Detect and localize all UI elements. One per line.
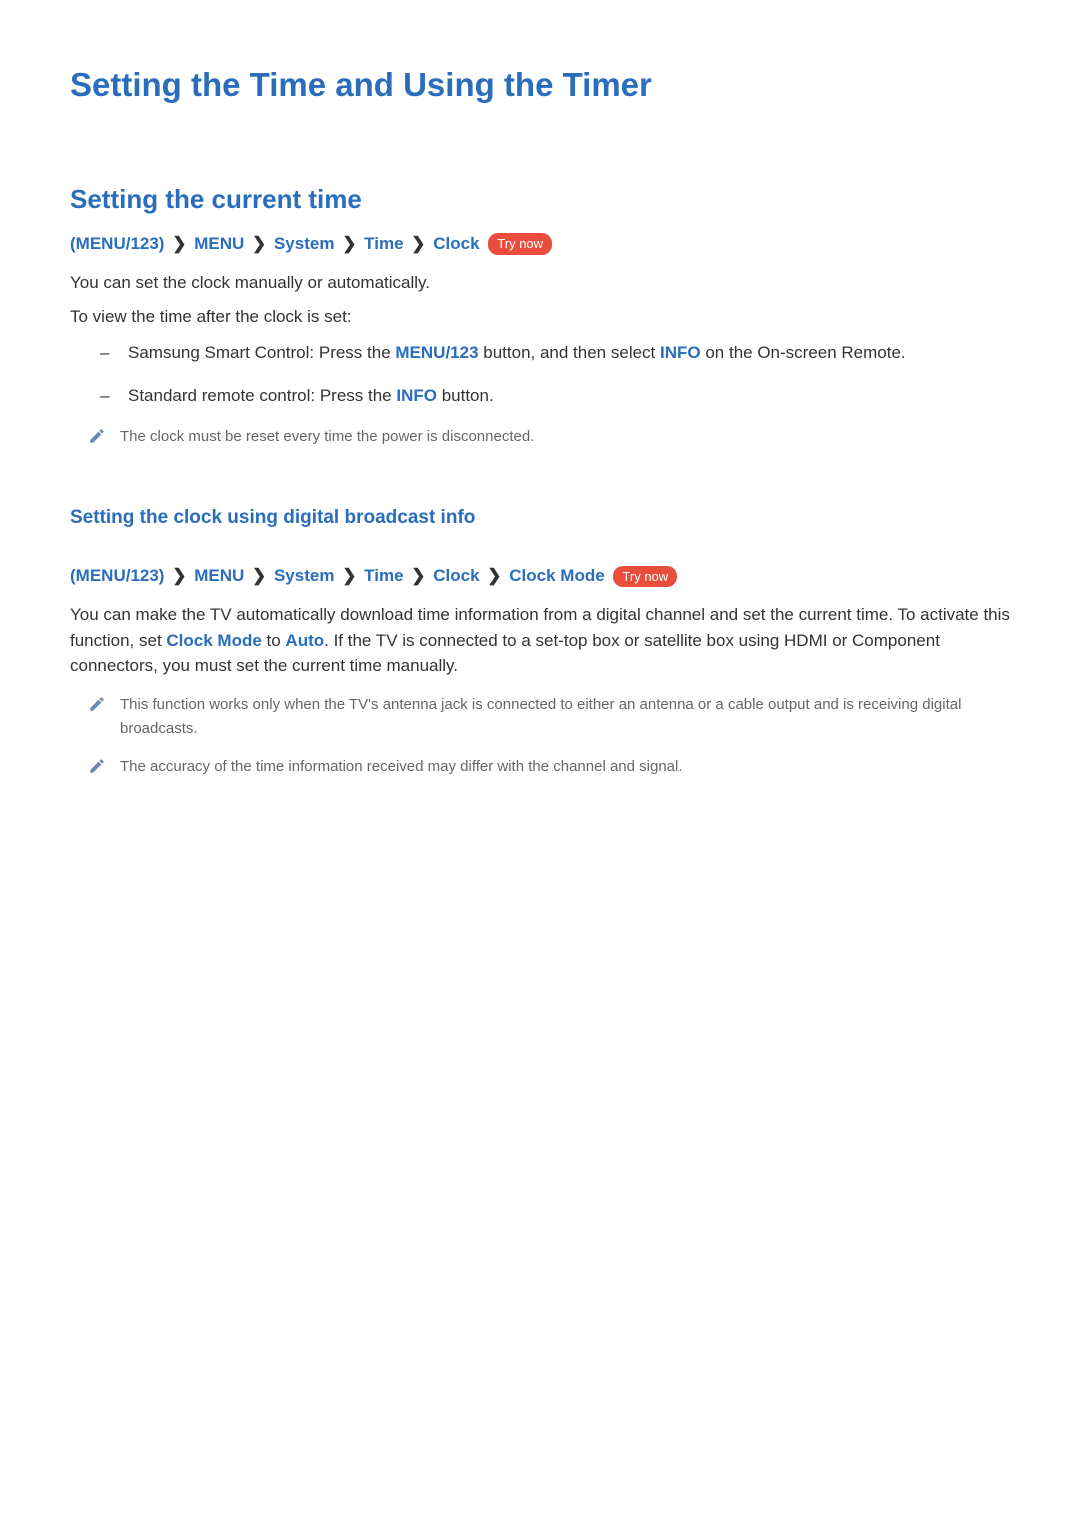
try-now-badge[interactable]: Try now bbox=[488, 233, 552, 255]
menu-label: MENU/123 bbox=[395, 343, 478, 362]
chevron-icon: ❯ bbox=[342, 566, 356, 585]
chevron-icon: ❯ bbox=[172, 566, 186, 585]
paragraph: You can make the TV automatically downlo… bbox=[70, 602, 1010, 679]
instruction-list: Samsung Smart Control: Press the MENU/12… bbox=[70, 339, 1010, 409]
breadcrumb-part: Clock Mode bbox=[509, 566, 604, 585]
breadcrumb-part: Clock bbox=[433, 234, 479, 253]
chevron-icon: ❯ bbox=[342, 234, 356, 253]
auto-label: Auto bbox=[285, 631, 324, 650]
page-title: Setting the Time and Using the Timer bbox=[70, 60, 1010, 110]
chevron-icon: ❯ bbox=[411, 566, 425, 585]
list-item: Samsung Smart Control: Press the MENU/12… bbox=[100, 339, 1010, 366]
para-text: to bbox=[262, 631, 286, 650]
chevron-icon: ❯ bbox=[172, 234, 186, 253]
intro-text: You can set the clock manually or automa… bbox=[70, 270, 1010, 296]
subsection-digital-broadcast: Setting the clock using digital broadcas… bbox=[70, 504, 1010, 533]
try-now-badge[interactable]: Try now bbox=[613, 566, 677, 588]
chevron-icon: ❯ bbox=[252, 234, 266, 253]
chevron-icon: ❯ bbox=[411, 234, 425, 253]
note-row: The clock must be reset every time the p… bbox=[70, 425, 1010, 449]
breadcrumb-clock-mode: (MENU/123) ❯ MENU ❯ System ❯ Time ❯ Cloc… bbox=[70, 563, 1010, 589]
info-label: INFO bbox=[660, 343, 701, 362]
breadcrumb-part: (MENU/123) bbox=[70, 566, 164, 585]
breadcrumb-part: System bbox=[274, 566, 334, 585]
note-text: This function works only when the TV's a… bbox=[120, 693, 1010, 741]
breadcrumb-part: System bbox=[274, 234, 334, 253]
pencil-icon bbox=[88, 695, 106, 713]
list-text: on the On-screen Remote. bbox=[701, 343, 906, 362]
pencil-icon bbox=[88, 757, 106, 775]
breadcrumb-clock: (MENU/123) ❯ MENU ❯ System ❯ Time ❯ Cloc… bbox=[70, 231, 1010, 257]
breadcrumb-part: MENU bbox=[194, 234, 244, 253]
list-item: Standard remote control: Press the INFO … bbox=[100, 382, 1010, 409]
note-row: The accuracy of the time information rec… bbox=[70, 755, 1010, 779]
info-label: INFO bbox=[396, 386, 437, 405]
breadcrumb-part: Time bbox=[364, 234, 403, 253]
breadcrumb-part: Clock bbox=[433, 566, 479, 585]
pencil-icon bbox=[88, 427, 106, 445]
section-setting-current-time: Setting the current time bbox=[70, 180, 1010, 219]
breadcrumb-part: Time bbox=[364, 566, 403, 585]
chevron-icon: ❯ bbox=[252, 566, 266, 585]
chevron-icon: ❯ bbox=[487, 566, 501, 585]
note-text: The accuracy of the time information rec… bbox=[120, 755, 683, 779]
list-text: button, and then select bbox=[479, 343, 660, 362]
intro-text: To view the time after the clock is set: bbox=[70, 304, 1010, 330]
note-row: This function works only when the TV's a… bbox=[70, 693, 1010, 741]
clock-mode-label: Clock Mode bbox=[166, 631, 261, 650]
note-text: The clock must be reset every time the p… bbox=[120, 425, 534, 449]
breadcrumb-part: (MENU/123) bbox=[70, 234, 164, 253]
list-text: button. bbox=[437, 386, 494, 405]
list-text: Standard remote control: Press the bbox=[128, 386, 396, 405]
list-text: Samsung Smart Control: Press the bbox=[128, 343, 395, 362]
breadcrumb-part: MENU bbox=[194, 566, 244, 585]
